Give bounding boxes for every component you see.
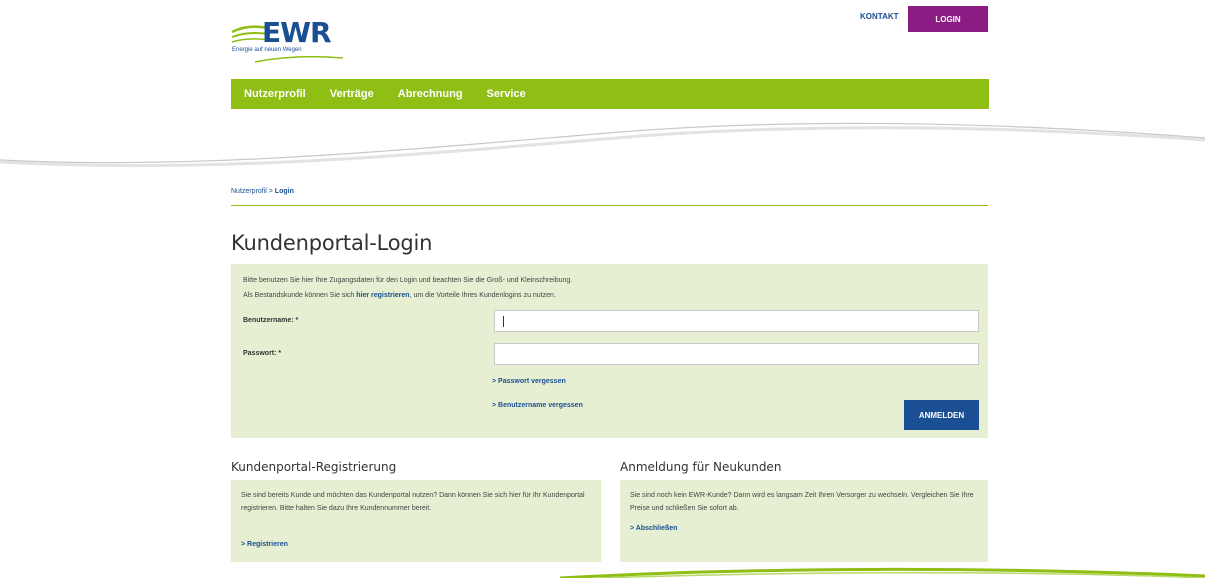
logo-tagline: Energie auf neuen Wegen (232, 47, 302, 53)
contact-link[interactable]: KONTAKT (860, 12, 899, 21)
password-field[interactable] (494, 343, 979, 365)
nav-item-service[interactable]: Service (487, 88, 526, 100)
logo-text: EWR (262, 16, 332, 49)
nav-item-vertraege[interactable]: Verträge (330, 88, 374, 100)
intro-text-before: Als Bestandskunde können Sie sich (243, 292, 357, 299)
breadcrumb-current: Login (274, 188, 294, 195)
nav-item-abrechnung[interactable]: Abrechnung (398, 88, 463, 100)
breadcrumb-divider (231, 205, 988, 206)
header-wave-divider (0, 122, 1205, 168)
registration-panel: Sie sind bereits Kunde und möchten das K… (231, 480, 601, 562)
footer-wave-divider (560, 567, 1205, 578)
logo-underline-icon (255, 55, 344, 63)
breadcrumb: Nutzerprofil > Login (231, 188, 294, 195)
register-link[interactable]: > Registrieren (241, 541, 288, 548)
submit-login-button[interactable]: ANMELDEN (904, 400, 979, 430)
nav-item-nutzerprofil[interactable]: Nutzerprofil (244, 88, 306, 100)
username-label: Benutzername: * (243, 317, 299, 324)
new-customers-panel: Sie sind noch kein EWR-Kunde? Dann wird … (620, 480, 988, 562)
username-field[interactable] (494, 310, 979, 332)
login-intro-register-text: Als Bestandskunde können Sie sich hier r… (243, 292, 556, 299)
intro-text-after: , um die Vorteile Ihres Kundenlogins zu … (409, 292, 556, 299)
new-customers-title: Anmeldung für Neukunden (620, 460, 782, 474)
password-label: Passwort: * (243, 350, 282, 357)
ewr-logo[interactable]: EWR Energie auf neuen Wegen (230, 16, 344, 63)
registration-title: Kundenportal-Registrierung (231, 460, 397, 474)
text-cursor (503, 316, 504, 327)
new-customers-text: Sie sind noch kein EWR-Kunde? Dann wird … (630, 492, 974, 512)
forgot-password-link[interactable]: > Passwort vergessen (492, 378, 566, 385)
sign-up-link[interactable]: > Abschließen (630, 525, 677, 532)
registration-text: Sie sind bereits Kunde und möchten das K… (241, 492, 585, 512)
breadcrumb-parent[interactable]: Nutzerprofil (231, 188, 267, 195)
login-intro-text: Bitte benutzen Sie hier Ihre Zugangsdate… (243, 277, 573, 284)
header-login-button[interactable]: LOGIN (908, 6, 988, 32)
breadcrumb-separator: > (268, 188, 273, 195)
forgot-username-link[interactable]: > Benutzername vergessen (492, 402, 583, 409)
register-here-link[interactable]: hier registrieren (356, 292, 409, 299)
main-navigation: Nutzerprofil Verträge Abrechnung Service (231, 79, 989, 109)
page-title: Kundenportal-Login (231, 231, 433, 255)
